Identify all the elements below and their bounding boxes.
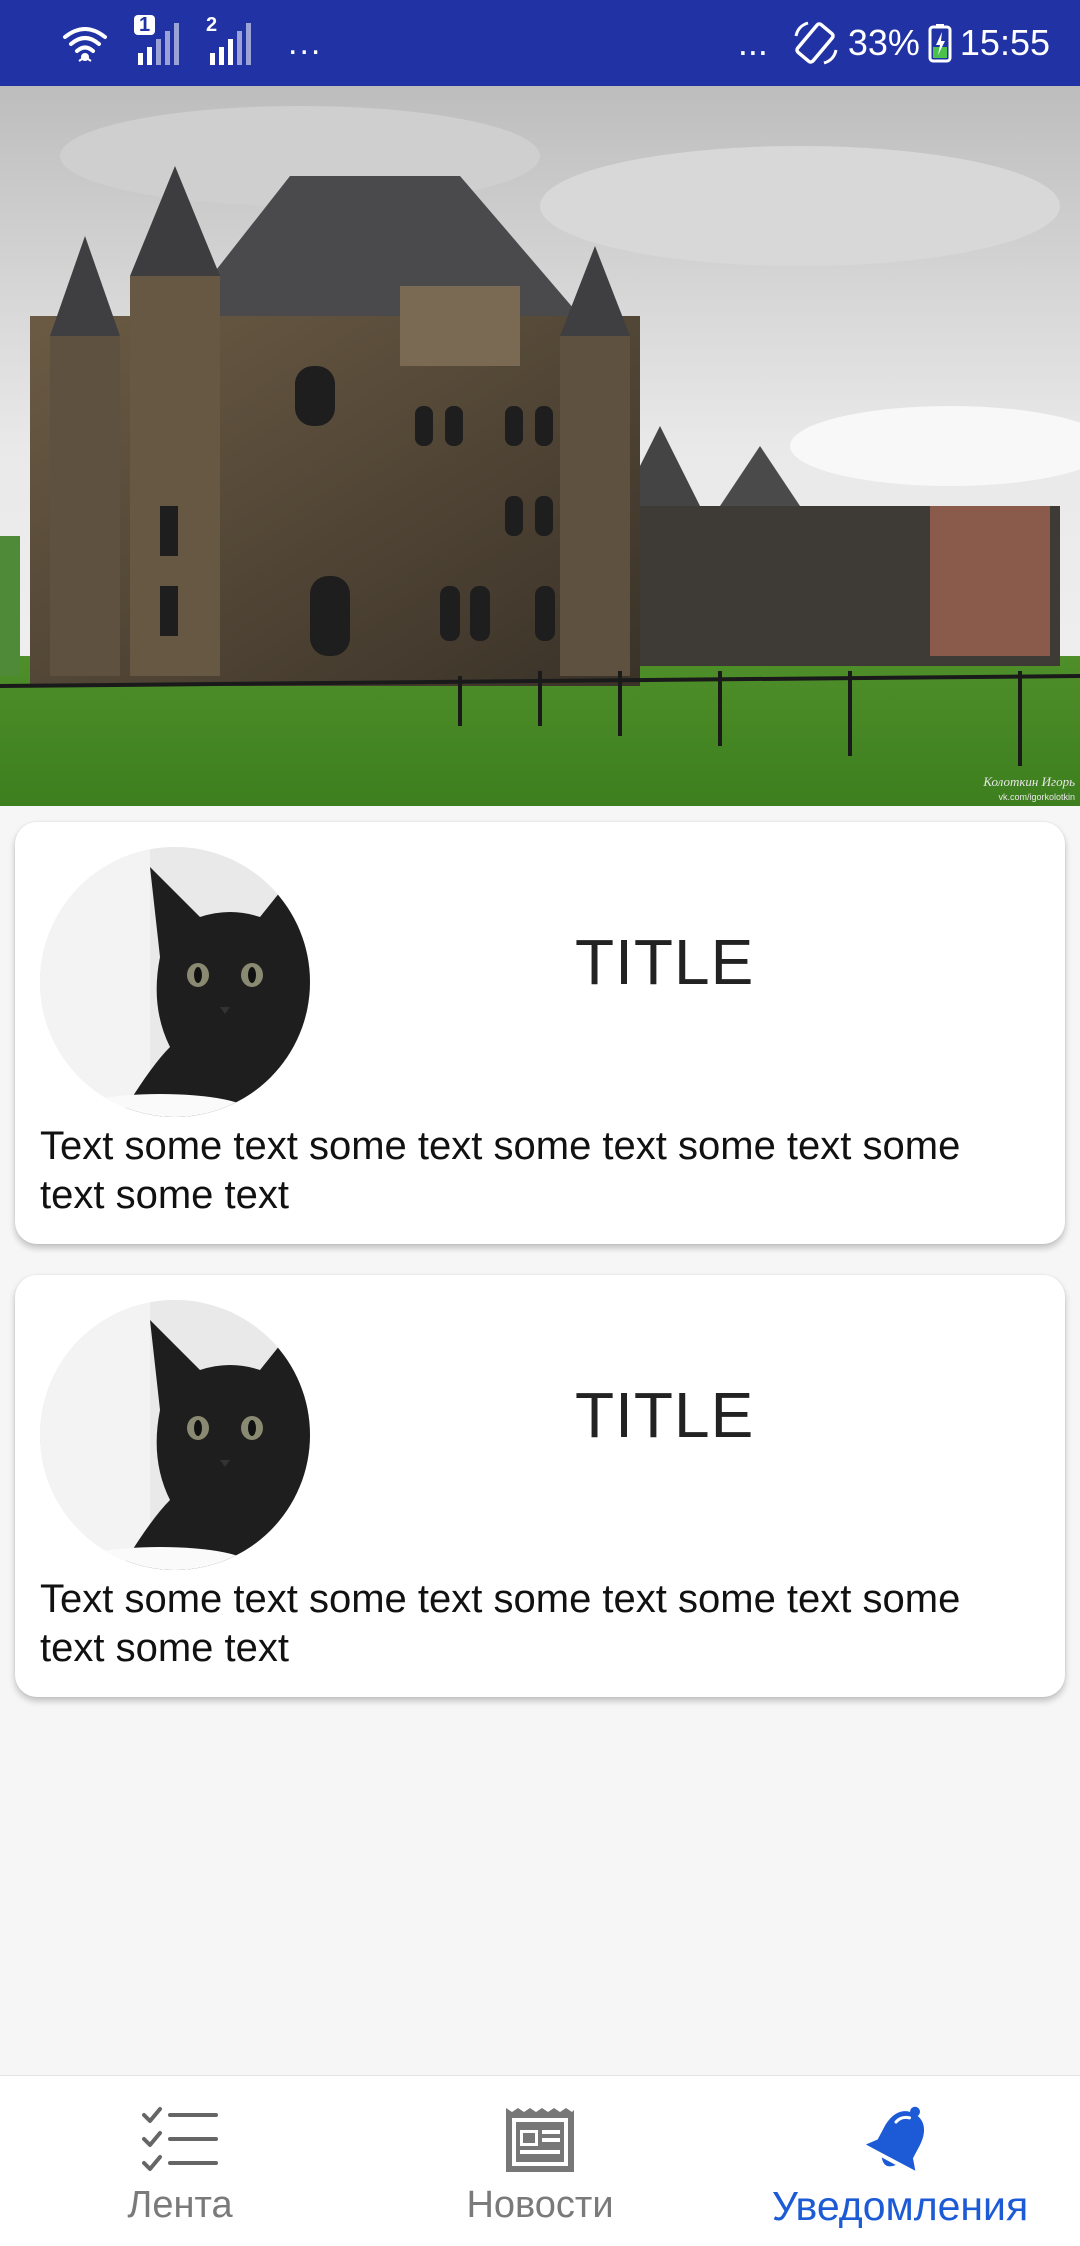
nav-item-feed[interactable]: Лента: [0, 2076, 360, 2246]
wifi-icon: [62, 23, 108, 63]
nav-item-news[interactable]: Новости: [360, 2076, 720, 2246]
battery-percent: 33%: [847, 22, 920, 63]
hero-watermark-line2: vk.com/igorkolotkin: [998, 792, 1075, 802]
signal-sim1-icon: 1: [134, 15, 180, 67]
status-bar-left: 1 2 ...: [62, 15, 323, 67]
rotate-icon: [792, 20, 840, 66]
status-left-dots: ...: [288, 23, 323, 62]
bell-icon: [860, 2102, 940, 2178]
status-right-dots: ...: [737, 22, 768, 63]
status-bar: 1 2 ... ... 33% 15:55: [0, 0, 1080, 86]
clock: 15:55: [959, 22, 1050, 63]
hero-image: Колоткин Игорь vk.com/igorkolotkin: [0, 86, 1080, 806]
nav-item-notifications[interactable]: Уведомления: [720, 2076, 1080, 2246]
card-title: TITLE: [575, 926, 755, 998]
card-text: Text some text some text some text some …: [40, 1577, 961, 1670]
feed-card[interactable]: TITLE Text some text some text some text…: [15, 822, 1065, 1244]
checklist-icon: [140, 2102, 220, 2178]
hero-watermark-line1: Колоткин Игорь: [982, 774, 1075, 789]
battery-charging-icon: [928, 23, 952, 63]
nav-label-feed: Лента: [127, 2184, 233, 2226]
feed-card[interactable]: TITLE Text some text some text some text…: [15, 1275, 1065, 1697]
nav-label-notifications: Уведомления: [771, 2183, 1029, 2229]
newspaper-icon: [500, 2102, 580, 2178]
cat-avatar: [40, 1300, 310, 1570]
card-title: TITLE: [575, 1379, 755, 1451]
app-screen: 1 2 ... ... 33% 15:55 Колоткин Игорь vk.…: [0, 0, 1080, 2246]
card-text: Text some text some text some text some …: [40, 1124, 961, 1217]
bottom-navigation: Лента Новости Уведомления: [0, 2075, 1080, 2246]
nav-label-news: Новости: [466, 2184, 614, 2226]
signal-sim2-icon: 2: [206, 15, 252, 67]
status-bar-right: ... 33% 15:55: [738, 20, 1050, 66]
cat-avatar: [40, 847, 310, 1117]
